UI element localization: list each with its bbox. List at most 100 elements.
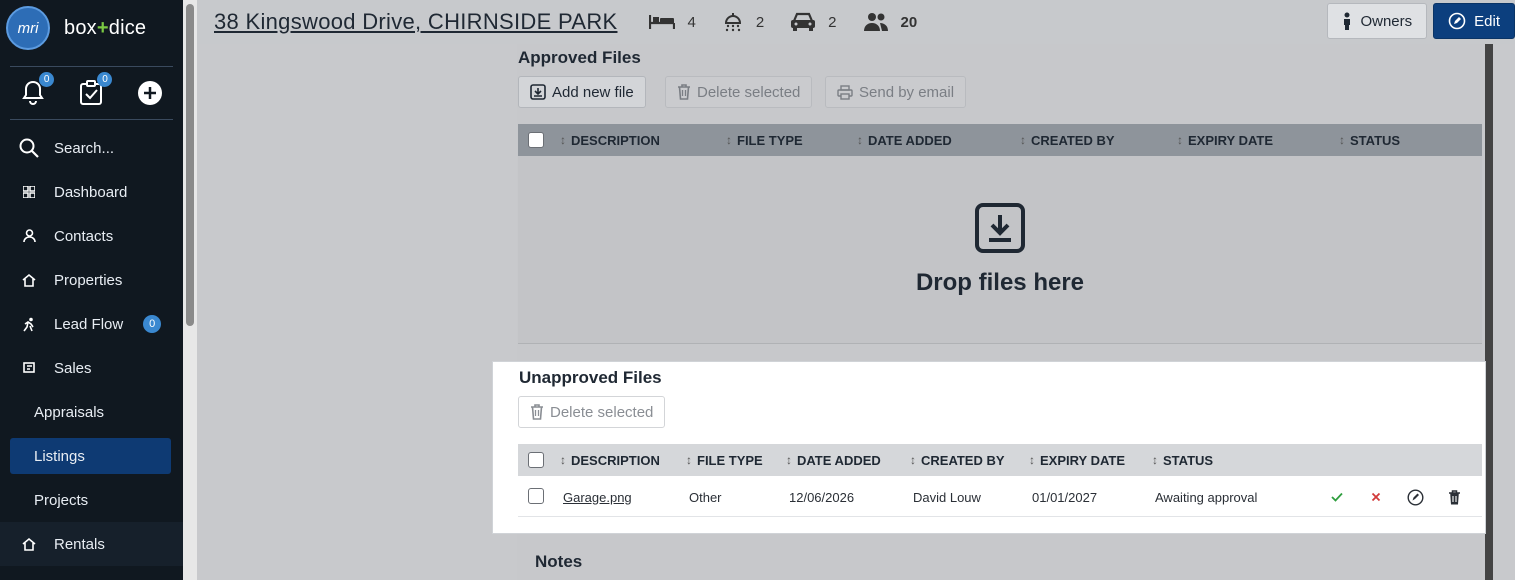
edit-button[interactable]: Edit [1433, 3, 1515, 39]
owners-button[interactable]: Owners [1327, 3, 1428, 39]
sidebar: mri box+dice 0 0 Search... Dashboard Con… [0, 0, 183, 580]
status-cell: Awaiting approval [1155, 489, 1258, 505]
check-icon [1331, 492, 1343, 502]
bedrooms-count: 4 [687, 13, 696, 31]
unapproved-table-header: ↕ DESCRIPTION ↕ FILE TYPE ↕ DATE ADDED ↕ CRE… [518, 444, 1482, 476]
reject-button[interactable] [1366, 477, 1386, 517]
tasks-button[interactable]: 0 [76, 72, 113, 108]
delete-selected-unapproved-button[interactable]: Delete selected [518, 396, 666, 428]
sidebar-item-rentals[interactable]: Rentals [0, 522, 183, 566]
people: 20 [863, 12, 918, 32]
page-scrollbar[interactable] [183, 0, 197, 580]
trash-icon [530, 404, 544, 420]
approve-button[interactable] [1327, 477, 1347, 517]
edit-file-button[interactable] [1405, 477, 1425, 517]
delete-selected-label: Delete selected [550, 403, 654, 421]
row-checkbox[interactable] [528, 488, 544, 504]
quick-actions: 0 0 [0, 67, 183, 119]
expiry-date-cell: 01/01/2027 [1032, 489, 1098, 505]
house-icon [18, 537, 40, 551]
brand-name: box+dice [64, 17, 146, 40]
sidebar-item-label: Appraisals [34, 403, 105, 421]
sidebar-item-appraisals[interactable]: Appraisals [0, 390, 183, 434]
select-all-approved-checkbox[interactable] [528, 132, 544, 148]
delete-selected-approved-button[interactable]: Delete selected [665, 76, 813, 108]
column-header-expiry-date[interactable]: ↕ EXPIRY DATE [1029, 444, 1125, 476]
lead-flow-badge: 0 [143, 315, 162, 333]
date-added-cell: 12/06/2026 [789, 489, 855, 505]
column-header-created-by[interactable]: ↕ CREATED BY [1020, 124, 1115, 156]
mri-logo: mri [6, 6, 50, 50]
column-header-label: CREATED BY [1031, 132, 1115, 148]
brand-name-right: dice [108, 16, 147, 39]
people-icon [863, 12, 889, 32]
person-icon [18, 229, 40, 243]
sort-icon: ↕ [1177, 133, 1183, 147]
sidebar-item-label: Dashboard [54, 183, 128, 201]
send-by-email-button[interactable]: Send by email [825, 76, 967, 108]
sort-icon: ↕ [910, 453, 916, 467]
sidebar-item-label: Projects [34, 491, 89, 509]
sort-icon: ↕ [1339, 133, 1345, 147]
add-new-file-button[interactable]: Add new file [518, 76, 646, 108]
approved-files-title: Approved Files [518, 48, 641, 67]
select-all-unapproved-checkbox[interactable] [528, 452, 544, 468]
cross-icon [1371, 492, 1381, 502]
column-header-date-added[interactable]: ↕ DATE ADDED [857, 124, 952, 156]
column-header-label: EXPIRY DATE [1040, 452, 1126, 468]
column-header-created-by[interactable]: ↕ CREATED BY [910, 444, 1005, 476]
approved-table-header: ↕ DESCRIPTION ↕ FILE TYPE ↕ DATE ADDED ↕ CRE… [518, 124, 1482, 156]
sidebar-item-properties[interactable]: Properties [0, 258, 183, 302]
brand[interactable]: mri box+dice [0, 0, 183, 56]
sidebar-item-label: Contacts [54, 227, 114, 245]
delete-selected-label: Delete selected [697, 83, 801, 101]
people-count: 20 [900, 13, 918, 31]
column-header-label: DATE ADDED [868, 132, 952, 148]
file-dropzone[interactable]: Drop files here [518, 156, 1482, 344]
sidebar-item-label: Lead Flow [54, 315, 124, 333]
tasks-badge: 0 [97, 72, 113, 87]
sort-icon: ↕ [1152, 453, 1158, 467]
sort-icon: ↕ [560, 453, 566, 467]
add-button[interactable] [135, 78, 165, 108]
plus-circle-icon [137, 81, 162, 105]
grid-icon [18, 186, 40, 198]
sidebar-item-projects[interactable]: Projects [0, 478, 183, 522]
sidebar-item-contacts[interactable]: Contacts [0, 214, 183, 258]
delete-file-button[interactable] [1444, 477, 1464, 517]
column-header-label: CREATED BY [921, 452, 1005, 468]
sidebar-item-listings[interactable]: Listings [10, 438, 171, 474]
file-description-link[interactable]: Garage.png [563, 477, 632, 517]
sidebar-item-label: Sales [54, 359, 92, 377]
sidebar-item-dashboard[interactable]: Dashboard [0, 170, 183, 214]
property-address[interactable]: 38 Kingswood Drive, CHIRNSIDE PARK [214, 9, 617, 35]
column-header-file-type[interactable]: ↕ FILE TYPE [686, 444, 763, 476]
column-header-date-added[interactable]: ↕ DATE ADDED [786, 444, 881, 476]
column-header-expiry-date[interactable]: ↕ EXPIRY DATE [1177, 124, 1273, 156]
column-header-label: DATE ADDED [797, 452, 881, 468]
notifications-button[interactable]: 0 [18, 72, 55, 108]
sidebar-item-label: Search... [54, 139, 115, 157]
scrollbar-thumb[interactable] [186, 4, 194, 326]
sidebar-item-sales[interactable]: Sales [0, 346, 183, 390]
compass-icon [1406, 488, 1424, 506]
printer-icon [837, 84, 853, 100]
sort-icon: ↕ [686, 453, 692, 467]
download-icon [530, 84, 546, 100]
column-header-status[interactable]: ↕ STATUS [1339, 124, 1400, 156]
edit-button-label: Edit [1474, 12, 1500, 30]
column-header-description[interactable]: ↕ DESCRIPTION [560, 124, 660, 156]
column-header-file-type[interactable]: ↕ FILE TYPE [726, 124, 803, 156]
column-header-label: FILE TYPE [737, 132, 803, 148]
column-header-status[interactable]: ↕ STATUS [1152, 444, 1213, 476]
edit-icon [1448, 12, 1466, 30]
sidebar-item-search[interactable]: Search... [0, 126, 183, 170]
sort-icon: ↕ [1029, 453, 1035, 467]
column-header-description[interactable]: ↕ DESCRIPTION [560, 444, 660, 476]
download-icon [975, 202, 1025, 253]
notes-title: Notes [535, 552, 583, 571]
table-row: Garage.png Other 12/06/2026 David Louw 0… [518, 477, 1482, 517]
sidebar-item-lead-flow[interactable]: Lead Flow 0 [0, 302, 183, 346]
bedrooms: 4 [649, 13, 696, 31]
property-header: 38 Kingswood Drive, CHIRNSIDE PARK 4 2 2… [197, 0, 1515, 44]
